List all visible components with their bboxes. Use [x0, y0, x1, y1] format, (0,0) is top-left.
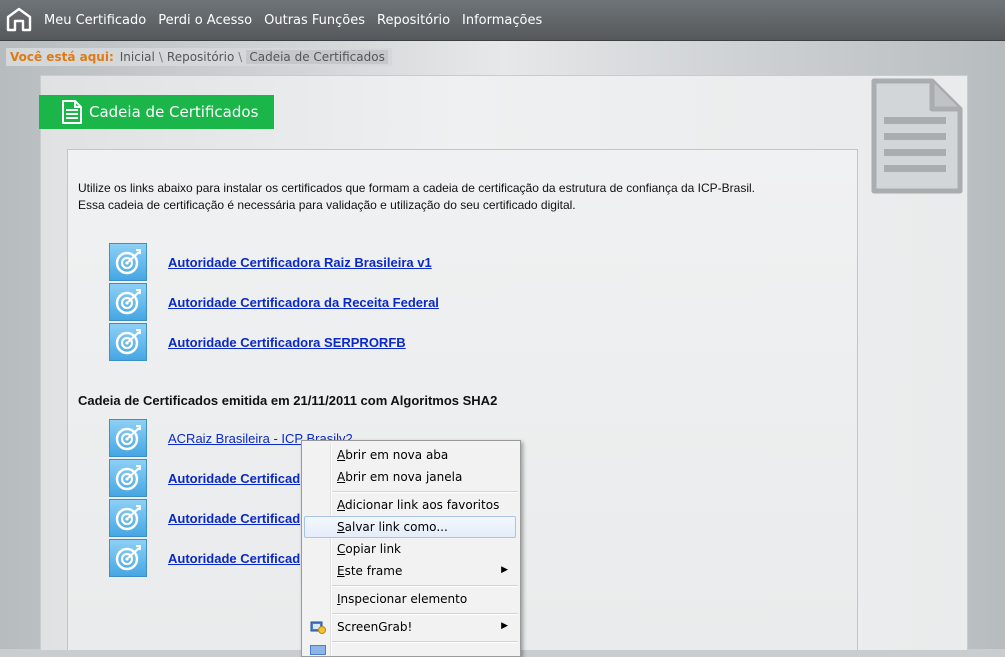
cert-row: Autoridade Certificadora da Receita Fede… [109, 283, 439, 321]
menu-item-label: opiar link [345, 542, 402, 556]
nav-outras-funcoes[interactable]: Outras Funções [264, 13, 365, 28]
menu-item-label: alvar link como... [344, 520, 448, 534]
menu-item-open-new-window[interactable]: Abrir em nova janela [304, 466, 516, 488]
page-header: Cadeia de Certificados [39, 95, 274, 129]
accesskey: E [337, 564, 345, 578]
top-nav: Meu Certificado Perdi o Acesso Outras Fu… [0, 0, 1005, 41]
breadcrumb-label: Você está aqui: [10, 50, 114, 64]
menu-separator [332, 613, 518, 615]
certificate-icon[interactable] [109, 323, 147, 361]
cert-link-sha2-3[interactable]: Autoridade Certificad [168, 511, 300, 526]
menu-separator [332, 491, 518, 493]
menu-item-save-link-as[interactable]: Salvar link como... [304, 516, 516, 538]
breadcrumb-current: Cadeia de Certificados [246, 50, 388, 64]
menu-item-screengrab[interactable]: ScreenGrab! ▶ [304, 616, 516, 638]
intro-line-2: Essa cadeia de certificação é necessária… [78, 198, 576, 212]
cert-row: Autoridade Certificad [109, 459, 300, 497]
context-menu: Abrir em nova aba Abrir em nova janela A… [301, 440, 521, 657]
cert-row: Autoridade Certificadora Raiz Brasileira… [109, 243, 432, 281]
section-title-sha2: Cadeia de Certificados emitida em 21/11/… [78, 393, 498, 408]
menu-item-label: brir em nova aba [345, 448, 449, 462]
cert-link-serprorfb[interactable]: Autoridade Certificadora SERPRORFB [168, 335, 406, 350]
submenu-arrow-icon: ▶ [501, 621, 508, 631]
nav-informacoes[interactable]: Informações [462, 13, 542, 28]
menu-item-label: dicionar link aos favoritos [345, 498, 500, 512]
accesskey: S [337, 520, 345, 534]
home-button[interactable] [4, 5, 34, 33]
menu-item-this-frame[interactable]: Este frame ▶ [304, 560, 516, 582]
intro-line-1: Utilize os links abaixo para instalar os… [78, 181, 755, 195]
nav-meu-certificado[interactable]: Meu Certificado [44, 13, 146, 28]
breadcrumb-repositorio[interactable]: Repositório [167, 50, 234, 64]
accesskey: A [337, 498, 345, 512]
menu-item-label: nspecionar elemento [340, 592, 468, 606]
menu-item-label: ste frame [344, 564, 403, 578]
certificate-icon[interactable] [109, 459, 147, 497]
certificate-icon[interactable] [109, 243, 147, 281]
accesskey: A [337, 470, 346, 484]
certificate-icon[interactable] [109, 539, 147, 577]
intro-text: Utilize os links abaixo para instalar os… [78, 180, 838, 214]
cert-row: Autoridade Certificad [109, 499, 300, 537]
menu-separator [332, 585, 518, 587]
page-title: Cadeia de Certificados [89, 103, 259, 121]
cert-row: Autoridade Certificad [109, 539, 300, 577]
certificate-icon[interactable] [109, 419, 147, 457]
certificate-icon[interactable] [109, 283, 147, 321]
document-watermark-icon [871, 78, 963, 194]
menu-separator [332, 641, 518, 643]
menu-item-label: ScreenGrab! [337, 620, 413, 634]
certificate-icon[interactable] [109, 499, 147, 537]
cert-link-raiz-v1[interactable]: Autoridade Certificadora Raiz Brasileira… [168, 255, 432, 270]
menu-item-copy-link[interactable]: Copiar link [304, 538, 516, 560]
menu-item-open-new-tab[interactable]: Abrir em nova aba [304, 444, 516, 466]
breadcrumb-separator: \ [158, 50, 163, 64]
home-icon [6, 7, 32, 32]
partial-menu-icon [310, 645, 326, 655]
breadcrumb-separator: \ [238, 50, 243, 64]
menu-item-label: brir em nova janela [345, 470, 463, 484]
menu-item-add-bookmark[interactable]: Adicionar link aos favoritos [304, 494, 516, 516]
cert-row: Autoridade Certificadora SERPRORFB [109, 323, 406, 361]
breadcrumb-inicial[interactable]: Inicial [120, 50, 155, 64]
nav-perdi-o-acesso[interactable]: Perdi o Acesso [158, 13, 252, 28]
accesskey: A [337, 448, 346, 462]
cert-link-sha2-2[interactable]: Autoridade Certificad [168, 471, 300, 486]
submenu-arrow-icon: ▶ [501, 565, 508, 575]
document-icon [62, 100, 82, 124]
screengrab-icon [310, 621, 326, 634]
cert-link-receita-federal[interactable]: Autoridade Certificadora da Receita Fede… [168, 295, 439, 310]
breadcrumb: Você está aqui: Inicial \ Repositório \ … [6, 48, 392, 66]
menu-item-inspect-element[interactable]: Inspecionar elemento [304, 588, 516, 610]
nav-repositorio[interactable]: Repositório [377, 13, 450, 28]
cert-link-sha2-4[interactable]: Autoridade Certificad [168, 551, 300, 566]
